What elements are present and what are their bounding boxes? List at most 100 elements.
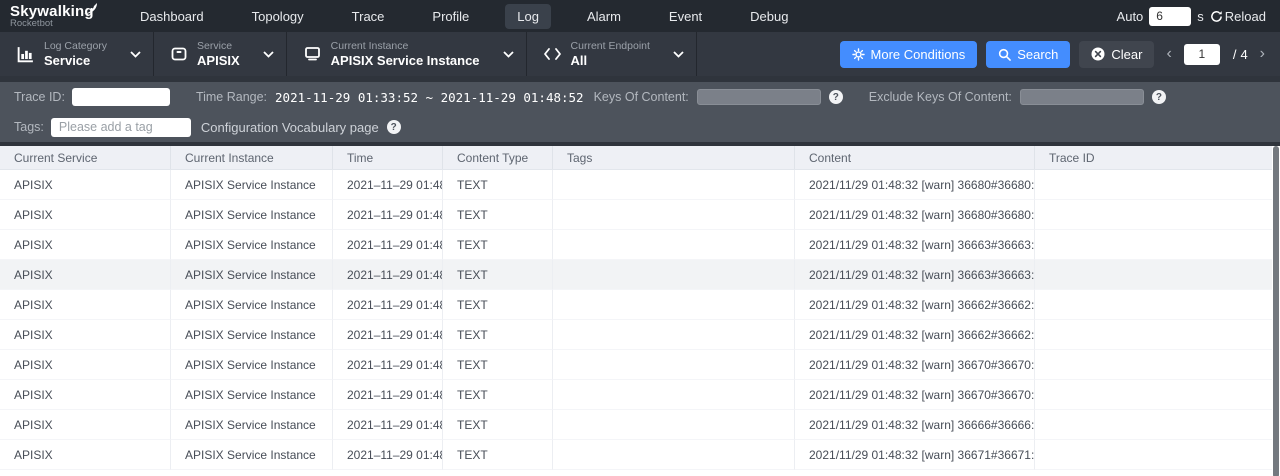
cell-current-service: APISIX xyxy=(0,200,171,230)
table-row[interactable]: APISIX APISIX Service Instance 2021–11–2… xyxy=(0,440,1280,470)
keys-of-content-input[interactable] xyxy=(697,89,821,105)
tags-input[interactable] xyxy=(51,118,191,137)
clear-label: Clear xyxy=(1111,47,1142,62)
cell-content-type: TEXT xyxy=(443,380,553,410)
exclude-keys-help-icon[interactable]: ? xyxy=(1152,90,1166,104)
table-row[interactable]: APISIX APISIX Service Instance 2021–11–2… xyxy=(0,200,1280,230)
nav-item-debug[interactable]: Debug xyxy=(738,4,800,29)
bar-chart-icon xyxy=(16,45,35,64)
cell-tags xyxy=(553,170,795,200)
table-row[interactable]: APISIX APISIX Service Instance 2021–11–2… xyxy=(0,320,1280,350)
cell-current-instance: APISIX Service Instance xyxy=(171,290,333,320)
exclude-keys-label: Exclude Keys Of Content: xyxy=(869,90,1012,104)
tags-label: Tags: xyxy=(14,120,44,134)
cell-tags xyxy=(553,410,795,440)
cell-trace-id xyxy=(1035,200,1280,230)
filter-row-1: Trace ID: Time Range: 2021-11-29 01:33:5… xyxy=(0,82,1280,112)
nav-item-event[interactable]: Event xyxy=(657,4,714,29)
page-number-input[interactable] xyxy=(1184,44,1220,65)
cell-trace-id xyxy=(1035,440,1280,470)
cell-tags xyxy=(553,200,795,230)
nav-item-trace[interactable]: Trace xyxy=(340,4,397,29)
selector-label: Log Category xyxy=(44,40,107,53)
endpoint-icon xyxy=(543,47,562,61)
current-instance-selector[interactable]: Current Instance APISIX Service Instance xyxy=(287,32,527,76)
vocabulary-page-link[interactable]: Configuration Vocabulary page xyxy=(201,120,379,135)
nav-item-dashboard[interactable]: Dashboard xyxy=(128,4,216,29)
service-selector[interactable]: Service APISIX xyxy=(154,32,287,76)
cell-current-service: APISIX xyxy=(0,230,171,260)
auto-unit-label: s xyxy=(1197,9,1204,24)
cell-current-service: APISIX xyxy=(0,290,171,320)
selector-value: APISIX xyxy=(197,53,240,69)
cell-tags xyxy=(553,290,795,320)
vocabulary-help-icon[interactable]: ? xyxy=(387,120,401,134)
cell-time: 2021–11–29 01:48:52 xyxy=(333,170,443,200)
table-row[interactable]: APISIX APISIX Service Instance 2021–11–2… xyxy=(0,290,1280,320)
nav-item-log[interactable]: Log xyxy=(505,4,551,29)
cell-current-service: APISIX xyxy=(0,380,171,410)
chevron-down-icon xyxy=(673,51,684,58)
instance-icon xyxy=(303,45,322,63)
cell-content-type: TEXT xyxy=(443,410,553,440)
cell-current-service: APISIX xyxy=(0,320,171,350)
search-button[interactable]: Search xyxy=(986,41,1070,68)
nav-item-profile[interactable]: Profile xyxy=(420,4,481,29)
reload-icon xyxy=(1210,10,1223,23)
reload-label: Reload xyxy=(1225,9,1266,24)
current-endpoint-selector[interactable]: Current Endpoint All xyxy=(527,32,697,76)
cell-trace-id xyxy=(1035,290,1280,320)
cell-time: 2021–11–29 01:48:52 xyxy=(333,290,443,320)
table-row[interactable]: APISIX APISIX Service Instance 2021–11–2… xyxy=(0,230,1280,260)
log-category-selector[interactable]: Log Category Service xyxy=(0,32,154,76)
col-header-trace-id: Trace ID xyxy=(1035,146,1280,169)
table-row[interactable]: APISIX APISIX Service Instance 2021–11–2… xyxy=(0,380,1280,410)
filter-panel: Trace ID: Time Range: 2021-11-29 01:33:5… xyxy=(0,82,1280,142)
service-icon xyxy=(170,45,188,63)
more-conditions-button[interactable]: More Conditions xyxy=(840,41,978,68)
auto-interval-input[interactable] xyxy=(1149,7,1191,26)
table-row[interactable]: APISIX APISIX Service Instance 2021–11–2… xyxy=(0,260,1280,290)
cell-content: 2021/11/29 01:48:32 [warn] 36670#36670: … xyxy=(795,380,1035,410)
main-nav: Dashboard Topology Trace Profile Log Ala… xyxy=(128,4,800,29)
cell-content-type: TEXT xyxy=(443,260,553,290)
chevron-down-icon xyxy=(263,51,274,58)
cell-current-instance: APISIX Service Instance xyxy=(171,320,333,350)
exclude-keys-input[interactable] xyxy=(1020,89,1144,105)
table-scrollbar-thumb[interactable] xyxy=(1273,146,1279,476)
cell-trace-id xyxy=(1035,230,1280,260)
cell-content-type: TEXT xyxy=(443,440,553,470)
cell-trace-id xyxy=(1035,410,1280,440)
search-icon xyxy=(998,48,1011,61)
selector-label: Current Instance xyxy=(331,40,480,53)
cell-content-type: TEXT xyxy=(443,200,553,230)
page-next-button[interactable]: › xyxy=(1257,46,1268,62)
cell-trace-id xyxy=(1035,260,1280,290)
clear-button[interactable]: Clear xyxy=(1079,41,1154,68)
page-prev-button[interactable]: ‹ xyxy=(1163,46,1174,62)
keys-of-content-label: Keys Of Content: xyxy=(594,90,689,104)
keys-help-icon[interactable]: ? xyxy=(829,90,843,104)
cell-content: 2021/11/29 01:48:32 [warn] 36662#36662: … xyxy=(795,320,1035,350)
trace-id-input[interactable] xyxy=(72,88,170,106)
nav-item-alarm[interactable]: Alarm xyxy=(575,4,633,29)
cell-content-type: TEXT xyxy=(443,170,553,200)
cell-trace-id xyxy=(1035,170,1280,200)
col-header-content-type: Content Type xyxy=(443,146,553,169)
time-range-label: Time Range: xyxy=(196,90,267,104)
time-range-value: 2021-11-29 01:33:52 ~ 2021-11-29 01:48:5… xyxy=(275,90,584,105)
reload-button[interactable]: Reload xyxy=(1210,9,1266,24)
cell-tags xyxy=(553,320,795,350)
table-row[interactable]: APISIX APISIX Service Instance 2021–11–2… xyxy=(0,170,1280,200)
cell-tags xyxy=(553,260,795,290)
cell-tags xyxy=(553,380,795,410)
cell-time: 2021–11–29 01:48:52 xyxy=(333,380,443,410)
search-label: Search xyxy=(1017,47,1058,62)
nav-item-topology[interactable]: Topology xyxy=(240,4,316,29)
filter-row-2: Tags: Configuration Vocabulary page ? xyxy=(0,112,1280,142)
table-row[interactable]: APISIX APISIX Service Instance 2021–11–2… xyxy=(0,410,1280,440)
gear-icon xyxy=(852,48,865,61)
table-row[interactable]: APISIX APISIX Service Instance 2021–11–2… xyxy=(0,350,1280,380)
page-separator: / xyxy=(1233,47,1237,62)
cell-current-service: APISIX xyxy=(0,170,171,200)
